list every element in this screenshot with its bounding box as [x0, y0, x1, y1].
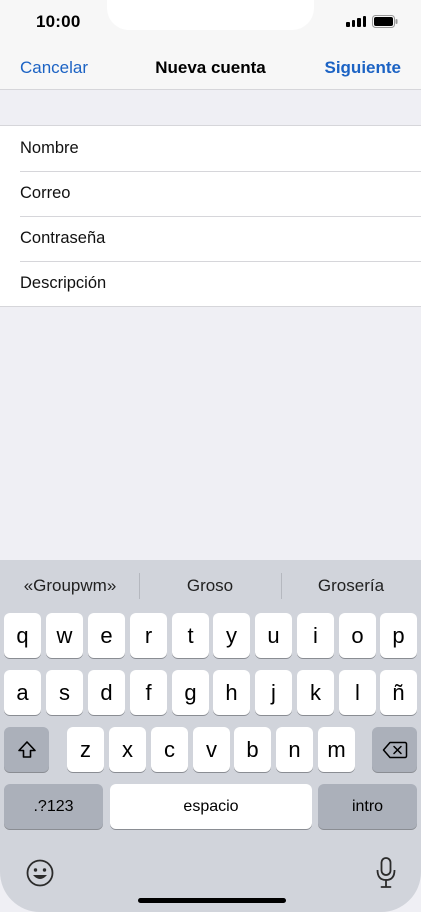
key-letter[interactable]: d: [88, 670, 125, 715]
suggestion-bar: «Groupwm» Groso Grosería: [0, 560, 421, 612]
key-letter[interactable]: t: [172, 613, 209, 658]
email-field[interactable]: [20, 171, 421, 215]
home-indicator[interactable]: [138, 898, 286, 903]
key-letter[interactable]: i: [297, 613, 334, 658]
key-letter[interactable]: s: [46, 670, 83, 715]
key-letter[interactable]: h: [213, 670, 250, 715]
key-letter[interactable]: j: [255, 670, 292, 715]
space-key[interactable]: espacio: [110, 784, 312, 829]
form-row-description: [0, 261, 421, 306]
cancel-button[interactable]: Cancelar: [20, 58, 88, 78]
key-letter[interactable]: b: [234, 727, 271, 772]
key-letter[interactable]: a: [4, 670, 41, 715]
key-letter[interactable]: ñ: [380, 670, 417, 715]
battery-icon: [372, 15, 398, 28]
delete-key[interactable]: [372, 727, 417, 772]
key-letter[interactable]: k: [297, 670, 334, 715]
key-letter[interactable]: l: [339, 670, 376, 715]
suggestion-item[interactable]: «Groupwm»: [0, 576, 140, 596]
key-letter[interactable]: p: [380, 613, 417, 658]
navigation-bar: Nueva cuenta Cancelar Siguiente: [0, 46, 421, 90]
suggestion-item[interactable]: Groso: [140, 576, 280, 596]
key-letter[interactable]: z: [67, 727, 104, 772]
phone-screen: 10:00 Nueva cuenta Cancelar Siguiente No…: [0, 0, 421, 912]
name-field[interactable]: [20, 126, 421, 170]
key-letter[interactable]: m: [318, 727, 355, 772]
key-letter[interactable]: o: [339, 613, 376, 658]
return-key[interactable]: intro: [318, 784, 417, 829]
key-letter[interactable]: v: [193, 727, 230, 772]
account-form: [0, 125, 421, 307]
status-time: 10:00: [36, 12, 81, 31]
key-letter[interactable]: c: [151, 727, 188, 772]
key-letter[interactable]: g: [172, 670, 209, 715]
password-field[interactable]: [20, 216, 421, 260]
shift-key[interactable]: [4, 727, 49, 772]
key-letter[interactable]: u: [255, 613, 292, 658]
suggestion-item[interactable]: Grosería: [281, 576, 421, 596]
notch: [107, 0, 314, 30]
signal-icon: [346, 16, 366, 27]
form-row-name: [0, 126, 421, 171]
key-letter[interactable]: x: [109, 727, 146, 772]
form-row-email: [0, 171, 421, 216]
status-bar: 10:00: [0, 0, 421, 46]
key-letter[interactable]: r: [130, 613, 167, 658]
key-letter[interactable]: n: [276, 727, 313, 772]
key-letter[interactable]: e: [88, 613, 125, 658]
microphone-icon[interactable]: [374, 856, 398, 890]
numbers-key[interactable]: .?123: [4, 784, 103, 829]
shift-icon: [17, 740, 36, 758]
next-button[interactable]: Siguiente: [324, 58, 401, 78]
keyboard: «Groupwm» Groso Grosería q w e r t y u i…: [0, 560, 421, 912]
emoji-icon[interactable]: [25, 858, 55, 888]
key-letter[interactable]: f: [130, 670, 167, 715]
key-letter[interactable]: q: [4, 613, 41, 658]
form-row-password: [0, 216, 421, 261]
description-field[interactable]: [20, 261, 421, 305]
key-letter[interactable]: w: [46, 613, 83, 658]
key-letter[interactable]: y: [213, 613, 250, 658]
delete-icon: [382, 741, 407, 758]
